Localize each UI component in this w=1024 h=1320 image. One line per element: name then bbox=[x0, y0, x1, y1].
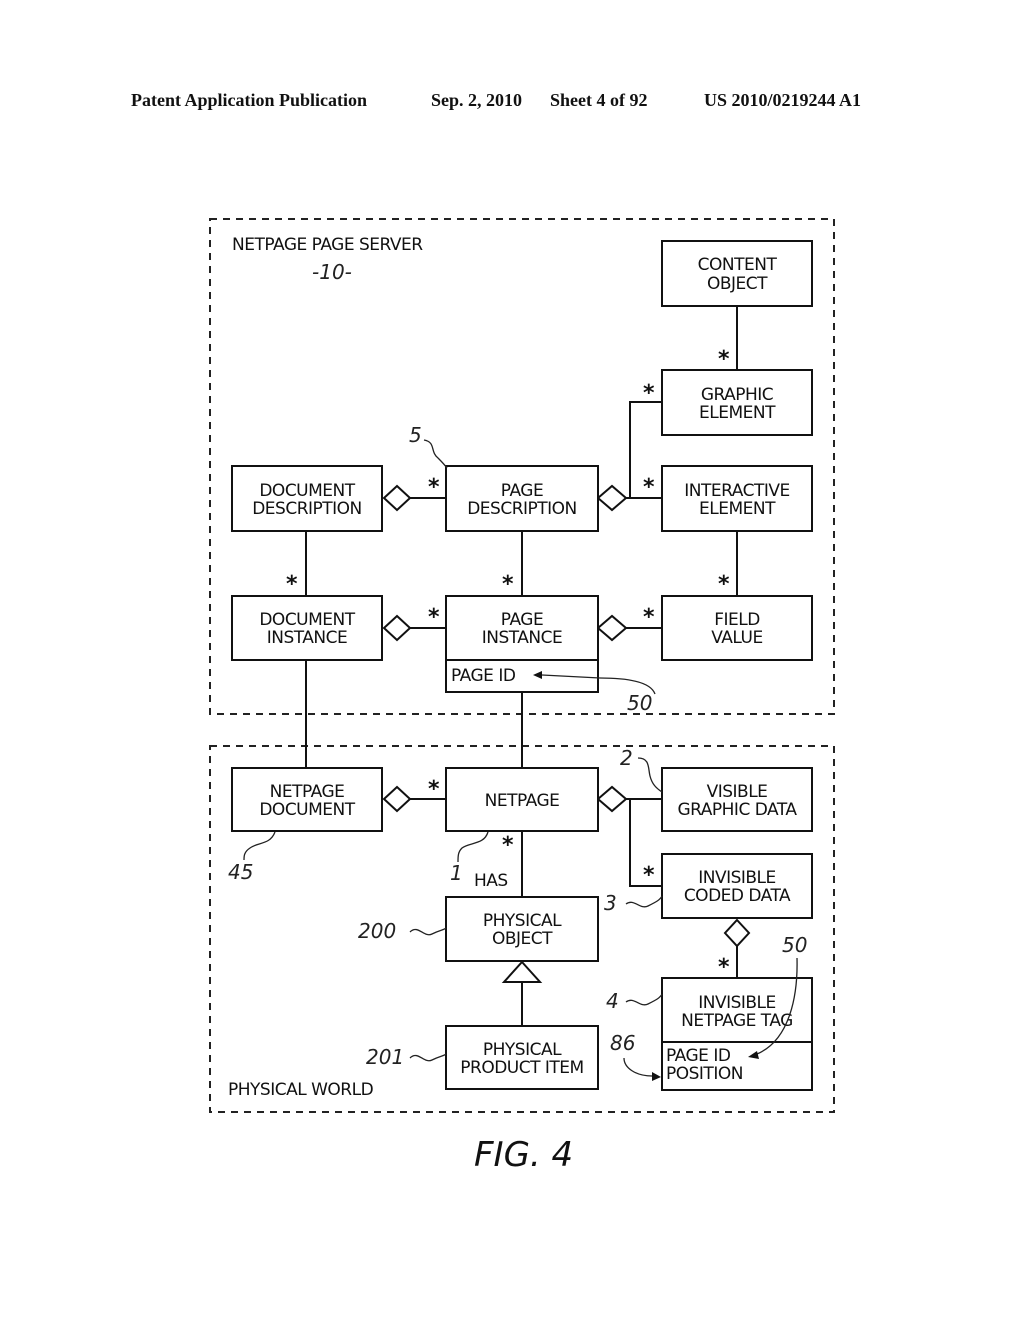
aggregation-diamond-icon bbox=[723, 918, 751, 948]
class-physical-product-item: PHYSICAL PRODUCT ITEM bbox=[445, 1025, 599, 1090]
svg-text:CONTENT: CONTENT bbox=[698, 255, 778, 275]
multiplicity-star: * bbox=[428, 777, 440, 802]
class-physical-object: PHYSICAL OBJECT bbox=[445, 896, 599, 962]
class-page-description: PAGE DESCRIPTION bbox=[445, 465, 599, 532]
physical-region-title: PHYSICAL WORLD bbox=[228, 1080, 374, 1100]
svg-text:DOCUMENT: DOCUMENT bbox=[259, 800, 355, 820]
svg-text:VALUE: VALUE bbox=[711, 628, 762, 648]
svg-text:INVISIBLE: INVISIBLE bbox=[698, 993, 776, 1013]
svg-text:PHYSICAL: PHYSICAL bbox=[483, 1040, 562, 1060]
multiplicity-star: * bbox=[643, 381, 655, 406]
class-graphic-element: GRAPHIC ELEMENT bbox=[661, 369, 813, 436]
aggregation-diamond-icon bbox=[382, 614, 412, 642]
ref-netpage: 1 bbox=[450, 861, 463, 885]
multiplicity-star: * bbox=[643, 605, 655, 630]
page-id-attribute: PAGE ID bbox=[451, 666, 516, 686]
svg-text:OBJECT: OBJECT bbox=[492, 929, 553, 949]
svg-text:PAGE: PAGE bbox=[501, 481, 543, 501]
ref-tag-position: 86 bbox=[610, 1031, 635, 1055]
class-document-description: DOCUMENT DESCRIPTION bbox=[231, 465, 383, 532]
svg-text:DOCUMENT: DOCUMENT bbox=[259, 610, 355, 630]
aggregation-diamond-icon bbox=[382, 785, 412, 813]
aggregation-diamond-icon bbox=[596, 785, 628, 813]
ref-physical-object: 200 bbox=[358, 919, 396, 943]
svg-text:INVISIBLE: INVISIBLE bbox=[698, 868, 776, 888]
svg-text:PHYSICAL: PHYSICAL bbox=[483, 911, 562, 931]
uml-class-diagram: NETPAGE PAGE SERVER -10- PHYSICAL WORLD … bbox=[209, 218, 835, 1175]
multiplicity-star: * bbox=[502, 833, 514, 858]
ref-physical-product-item: 201 bbox=[366, 1045, 404, 1069]
multiplicity-star: * bbox=[502, 572, 514, 597]
svg-text:OBJECT: OBJECT bbox=[707, 274, 768, 294]
ref-page-id: 50 bbox=[627, 691, 652, 715]
class-netpage: NETPAGE bbox=[445, 767, 599, 832]
class-visible-graphic-data: VISIBLE GRAPHIC DATA bbox=[661, 767, 813, 832]
multiplicity-star: * bbox=[718, 572, 730, 597]
svg-text:NETPAGE: NETPAGE bbox=[270, 782, 345, 802]
ref-visible-graphic-data: 2 bbox=[620, 746, 633, 770]
svg-text:PRODUCT ITEM: PRODUCT ITEM bbox=[460, 1058, 583, 1078]
multiplicity-star: * bbox=[286, 572, 298, 597]
class-interactive-element: INTERACTIVE ELEMENT bbox=[661, 465, 813, 532]
association-label-has: HAS bbox=[474, 871, 508, 891]
svg-text:DESCRIPTION: DESCRIPTION bbox=[467, 499, 577, 519]
tag-page-id-attribute: PAGE ID bbox=[666, 1046, 731, 1066]
class-invisible-coded-data: INVISIBLE CODED DATA bbox=[661, 853, 813, 919]
class-document-instance: DOCUMENT INSTANCE bbox=[231, 595, 383, 661]
svg-text:DOCUMENT: DOCUMENT bbox=[259, 481, 355, 501]
class-page-instance: PAGE INSTANCE PAGE ID bbox=[445, 595, 599, 693]
server-region-title: NETPAGE PAGE SERVER bbox=[232, 235, 423, 255]
multiplicity-star: * bbox=[428, 605, 440, 630]
ref-netpage-document: 45 bbox=[228, 860, 253, 884]
svg-text:CODED DATA: CODED DATA bbox=[684, 886, 791, 906]
svg-text:INSTANCE: INSTANCE bbox=[482, 628, 563, 648]
aggregation-diamond-icon bbox=[382, 484, 412, 512]
class-field-value: FIELD VALUE bbox=[661, 595, 813, 661]
ref-invisible-netpage-tag: 4 bbox=[606, 989, 619, 1013]
multiplicity-star: * bbox=[718, 347, 730, 372]
multiplicity-star: * bbox=[718, 955, 730, 980]
svg-text:NETPAGE TAG: NETPAGE TAG bbox=[681, 1011, 793, 1031]
tag-position-attribute: POSITION bbox=[666, 1064, 743, 1084]
svg-text:GRAPHIC: GRAPHIC bbox=[701, 385, 773, 405]
svg-text:INTERACTIVE: INTERACTIVE bbox=[684, 481, 789, 501]
svg-text:FIELD: FIELD bbox=[714, 610, 760, 630]
svg-text:INSTANCE: INSTANCE bbox=[267, 628, 348, 648]
multiplicity-star: * bbox=[643, 863, 655, 888]
svg-text:DESCRIPTION: DESCRIPTION bbox=[252, 499, 362, 519]
generalization-triangle-icon bbox=[501, 960, 543, 983]
class-content-object: CONTENT OBJECT bbox=[661, 240, 813, 307]
aggregation-diamond-icon bbox=[596, 614, 628, 642]
figure-label: FIG. 4 bbox=[474, 1135, 573, 1175]
svg-text:ELEMENT: ELEMENT bbox=[699, 499, 776, 519]
ref-invisible-coded-data: 3 bbox=[604, 891, 617, 915]
svg-text:NETPAGE: NETPAGE bbox=[485, 791, 560, 811]
class-netpage-document: NETPAGE DOCUMENT bbox=[231, 767, 383, 832]
ref-page-description: 5 bbox=[409, 423, 422, 447]
multiplicity-star: * bbox=[643, 475, 655, 500]
svg-text:PAGE: PAGE bbox=[501, 610, 543, 630]
multiplicity-star: * bbox=[428, 475, 440, 500]
server-region-ref: -10- bbox=[312, 260, 352, 284]
svg-text:VISIBLE: VISIBLE bbox=[707, 782, 768, 802]
svg-text:GRAPHIC DATA: GRAPHIC DATA bbox=[677, 800, 797, 820]
ref-tag-page-id: 50 bbox=[782, 933, 807, 957]
aggregation-diamond-icon bbox=[596, 484, 628, 512]
svg-text:ELEMENT: ELEMENT bbox=[699, 403, 776, 423]
class-invisible-netpage-tag: INVISIBLE NETPAGE TAG PAGE ID POSITION bbox=[661, 977, 813, 1091]
